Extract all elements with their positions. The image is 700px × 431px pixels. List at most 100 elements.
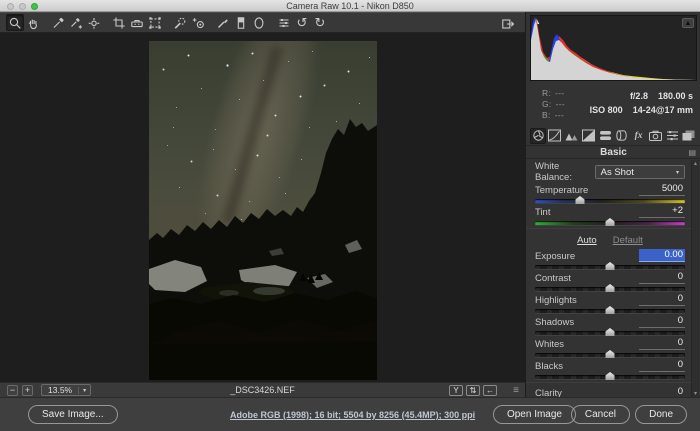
default-link[interactable]: Default bbox=[613, 235, 643, 246]
filename-label: _DSC3426.NEF bbox=[0, 385, 525, 395]
slider-value[interactable]: 5000 bbox=[639, 183, 685, 196]
slider-thumb[interactable] bbox=[606, 262, 615, 270]
panel-menu-icon[interactable]: ▤ bbox=[688, 148, 696, 157]
graduated-filter-tool-icon[interactable] bbox=[232, 14, 250, 31]
window-title: Camera Raw 10.1 - Nikon D850 bbox=[0, 0, 700, 12]
slider-label: Exposure bbox=[535, 251, 575, 262]
slider-temperature: Temperature 5000 bbox=[535, 184, 685, 203]
slider-label: Tint bbox=[535, 207, 550, 218]
tab-snapshots[interactable] bbox=[681, 128, 697, 144]
slider-value[interactable]: 0 bbox=[639, 271, 685, 284]
slider-track[interactable] bbox=[535, 375, 685, 379]
targeted-adjustment-tool-icon[interactable] bbox=[85, 14, 103, 31]
cancel-button[interactable]: Cancel bbox=[571, 405, 630, 424]
preview-preferences-icon[interactable]: ≡ bbox=[513, 385, 519, 396]
rotate-left-button-icon[interactable]: ↺ bbox=[293, 14, 311, 31]
bottom-bar: Save Image... Adobe RGB (1998); 16 bit; … bbox=[0, 397, 700, 431]
slider-value[interactable]: 0 bbox=[639, 315, 685, 328]
tab-camera-calibration[interactable] bbox=[647, 128, 663, 144]
white-balance-tool-icon[interactable] bbox=[49, 14, 67, 31]
slider-thumb[interactable] bbox=[606, 350, 615, 358]
crop-tool-icon[interactable] bbox=[110, 14, 128, 31]
workflow-options-link[interactable]: Adobe RGB (1998); 16 bit; 5504 by 8256 (… bbox=[230, 410, 475, 420]
slider-thumb[interactable] bbox=[606, 328, 615, 336]
spot-removal-tool-icon[interactable] bbox=[171, 14, 189, 31]
scroll-down-icon[interactable]: ▾ bbox=[692, 390, 699, 397]
b-value: --- bbox=[555, 110, 564, 120]
preview-toggles: Y ⇅ ← bbox=[449, 385, 497, 396]
slider-value[interactable]: 0.00 bbox=[639, 249, 685, 262]
slider-value[interactable]: 0 bbox=[639, 386, 685, 397]
tab-lens-corrections[interactable] bbox=[614, 128, 630, 144]
fx-icon: fx bbox=[635, 131, 643, 141]
slider-label: Clarity bbox=[535, 388, 562, 397]
main-area: ↺ ↻ bbox=[0, 12, 525, 397]
histogram: ▲ ▲ bbox=[530, 15, 697, 81]
iso-value: ISO 800 bbox=[590, 103, 623, 117]
slider-track[interactable] bbox=[535, 287, 685, 291]
preview-mode-cycle-button[interactable]: Y bbox=[449, 385, 463, 396]
straighten-tool-icon[interactable] bbox=[128, 14, 146, 31]
slider-track[interactable] bbox=[535, 309, 685, 313]
r-value: --- bbox=[555, 88, 564, 98]
scroll-up-icon[interactable]: ▴ bbox=[692, 160, 699, 167]
tab-hsl-grayscale[interactable] bbox=[580, 128, 596, 144]
slider-label: Contrast bbox=[535, 273, 571, 284]
slider-value[interactable]: 0 bbox=[639, 293, 685, 306]
tab-detail[interactable] bbox=[564, 128, 580, 144]
slider-label: Temperature bbox=[535, 185, 588, 196]
save-image-button[interactable]: Save Image... bbox=[28, 405, 118, 424]
copy-settings-icon[interactable]: ← bbox=[483, 385, 497, 396]
slider-track[interactable] bbox=[535, 265, 685, 269]
g-value: --- bbox=[556, 99, 565, 109]
divider bbox=[526, 382, 694, 383]
transform-tool-icon[interactable] bbox=[146, 14, 164, 31]
tab-presets[interactable] bbox=[664, 128, 680, 144]
zoom-tool-icon[interactable] bbox=[6, 14, 24, 31]
b-label: B: bbox=[542, 110, 551, 120]
radial-filter-tool-icon[interactable] bbox=[250, 14, 268, 31]
slider-thumb[interactable] bbox=[576, 196, 585, 204]
hand-tool-icon[interactable] bbox=[24, 14, 42, 31]
slider-value[interactable]: 0 bbox=[639, 359, 685, 372]
panel-tabs: fx bbox=[528, 127, 699, 144]
slider-thumb[interactable] bbox=[606, 306, 615, 314]
slider-shadows: Shadows0 bbox=[535, 316, 685, 335]
slider-track[interactable] bbox=[535, 331, 685, 335]
slider-track[interactable] bbox=[535, 221, 685, 225]
tab-effects[interactable]: fx bbox=[631, 128, 647, 144]
rotate-right-button-icon[interactable]: ↻ bbox=[311, 14, 329, 31]
slider-thumb[interactable] bbox=[606, 218, 615, 226]
auto-link[interactable]: Auto bbox=[577, 235, 597, 246]
swap-before-after-icon[interactable]: ⇅ bbox=[466, 385, 480, 396]
preferences-button-icon[interactable] bbox=[275, 14, 293, 31]
slider-label: Highlights bbox=[535, 295, 577, 306]
r-label: R: bbox=[542, 88, 551, 98]
tab-tone-curve[interactable] bbox=[547, 128, 563, 144]
histogram-plot bbox=[531, 16, 696, 80]
white-balance-dropdown[interactable]: As Shot ▾ bbox=[595, 165, 685, 179]
camera-raw-window: Camera Raw 10.1 - Nikon D850 bbox=[0, 0, 700, 431]
toggle-fullscreen-icon[interactable] bbox=[499, 16, 517, 32]
slider-thumb[interactable] bbox=[606, 372, 615, 380]
slider-tint: Tint +2 bbox=[535, 206, 685, 225]
preview-canvas[interactable] bbox=[0, 34, 525, 382]
done-button[interactable]: Done bbox=[635, 405, 687, 424]
tab-basic[interactable] bbox=[530, 128, 546, 144]
slider-track[interactable] bbox=[535, 199, 685, 203]
status-bar: − + 13.5% ▾ _DSC3426.NEF Y ⇅ ← ≡ bbox=[0, 382, 525, 397]
photo-preview[interactable] bbox=[149, 41, 377, 380]
title-bar: Camera Raw 10.1 - Nikon D850 bbox=[0, 0, 700, 12]
slider-value[interactable]: +2 bbox=[639, 205, 685, 218]
slider-label: Blacks bbox=[535, 361, 563, 372]
color-sampler-tool-icon[interactable] bbox=[67, 14, 85, 31]
panel-scrollbar[interactable]: ▴ ▾ bbox=[691, 160, 699, 397]
exif-readout: f/2.8180.00 s ISO 80014-24@17 mm bbox=[582, 84, 697, 125]
slider-track[interactable] bbox=[535, 353, 685, 357]
open-image-button[interactable]: Open Image bbox=[493, 405, 576, 424]
tab-split-toning[interactable] bbox=[597, 128, 613, 144]
red-eye-tool-icon[interactable] bbox=[189, 14, 207, 31]
adjustment-brush-tool-icon[interactable] bbox=[214, 14, 232, 31]
slider-thumb[interactable] bbox=[606, 284, 615, 292]
slider-value[interactable]: 0 bbox=[639, 337, 685, 350]
